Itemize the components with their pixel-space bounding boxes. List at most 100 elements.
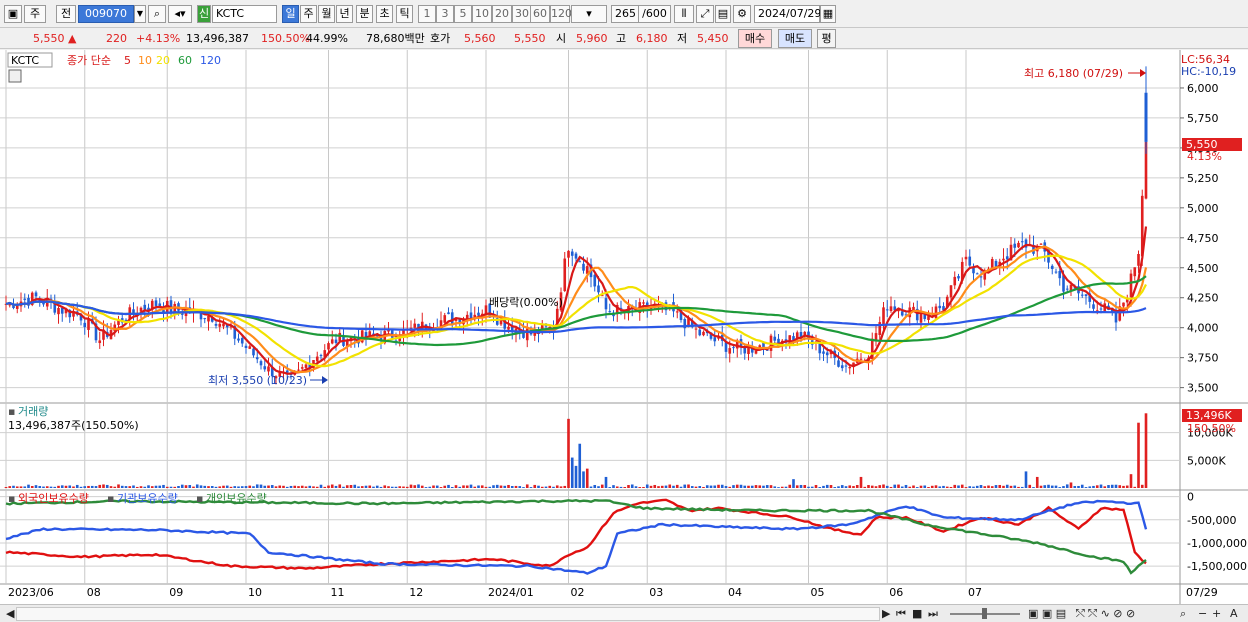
save-icon[interactable]: ▤ [715, 5, 731, 23]
candle-body [450, 312, 454, 324]
stock-name-field[interactable]: KCTC [212, 5, 277, 23]
volume-bar [480, 485, 484, 488]
volume-bar [983, 486, 987, 488]
minus-icon[interactable]: − [1198, 607, 1207, 620]
volume-bar [424, 487, 428, 488]
tab-interval-3[interactable]: 3 [436, 5, 454, 23]
tab-period-2[interactable]: 월 [318, 5, 335, 23]
volume-bar [987, 485, 990, 488]
candle-body [604, 298, 608, 310]
volume-bar [353, 484, 357, 488]
price-tick-label: 4,250 [1187, 292, 1219, 305]
count-input[interactable]: 265 [611, 5, 639, 23]
tab-interval-10[interactable]: 10 [472, 5, 492, 23]
candle-body [447, 312, 450, 315]
chart-area[interactable]: 2023/06 08 09 10 11 12 2024/01 02 03 04 05 06 07 07/2… [0, 50, 1248, 606]
scroll-right-icon[interactable]: ▶ [882, 607, 890, 620]
prev-button[interactable]: 전 [56, 5, 76, 23]
ma-legend-20: 20 [156, 54, 170, 67]
tab-period-0[interactable]: 일 [282, 5, 299, 23]
holding-legend-marker: ▪ [107, 492, 114, 505]
eval-button[interactable]: 평 [817, 29, 836, 48]
speaker-icon[interactable]: ◂▾ [168, 5, 192, 23]
candle-body [1137, 253, 1140, 266]
scroll-left-icon[interactable]: ◀ [6, 607, 14, 620]
tab-interval-120[interactable]: 120 [550, 5, 572, 23]
volume-bar [12, 485, 15, 488]
tab-interval-1[interactable]: 1 [418, 5, 436, 23]
interval-custom-select[interactable]: ▾ [571, 5, 607, 23]
tab-interval-5[interactable]: 5 [454, 5, 472, 23]
volume-bar [94, 486, 98, 488]
code-dropdown-icon[interactable]: ▼ [134, 5, 146, 23]
forward-icon[interactable]: ⏭ [928, 607, 938, 620]
volume-bar [945, 486, 949, 488]
chart-tools-icon[interactable]: ▣ ▣ ▤ [1028, 607, 1066, 620]
volume-bar [585, 468, 589, 488]
plus-icon[interactable]: + [1212, 607, 1221, 620]
volume-bar [1032, 487, 1035, 488]
volume-bar [814, 484, 818, 488]
last-pct-text: 4.13% [1187, 150, 1222, 163]
candle-body [154, 300, 158, 306]
sell-button[interactable]: 매도 [778, 29, 812, 48]
volume-bar [19, 486, 23, 488]
tab-period-3[interactable]: 년 [336, 5, 353, 23]
candle-body [60, 307, 64, 314]
tab-period-5[interactable]: 초 [376, 5, 393, 23]
code-input[interactable]: 009070 [78, 5, 134, 23]
candle-body [919, 313, 923, 323]
volume-bar [897, 484, 900, 488]
stop-icon[interactable]: ■ [912, 607, 922, 620]
volume-bar [717, 484, 720, 488]
rewind-icon[interactable]: ⏮ [896, 607, 906, 620]
tab-period-4[interactable]: 분 [356, 5, 373, 23]
volume-bar [1122, 485, 1125, 488]
volume-bar [259, 484, 263, 488]
draw-tool-icon[interactable]: ⤢ [696, 5, 714, 23]
volume-bar [154, 485, 158, 488]
volume-bar [709, 485, 713, 488]
scroll-track[interactable] [16, 607, 880, 621]
volume-bar [147, 485, 150, 488]
calendar-icon[interactable]: ▦ [820, 5, 836, 23]
hc-label: HC:-10,19 [1181, 65, 1236, 78]
volume-bar [1137, 422, 1140, 488]
drawing-tools-icon[interactable]: ⤲ ⤲ ∿ ⊘ ⊘ [1076, 607, 1135, 620]
candle-body [885, 309, 889, 311]
zoom-out-icon[interactable]: ⌕ [1180, 607, 1186, 620]
volume-bar [923, 485, 927, 488]
candle-body [840, 365, 844, 369]
window-menu-icon[interactable]: ▣ [4, 5, 22, 23]
volume-bar [694, 486, 698, 488]
volume-bar [882, 484, 885, 488]
x-tick-label: 07/29 [1186, 586, 1218, 599]
tab-interval-20[interactable]: 20 [492, 5, 512, 23]
zoom-slider-handle[interactable] [982, 608, 987, 619]
period-select[interactable]: 주 [24, 5, 46, 23]
volume-bar [979, 485, 983, 488]
tab-period-6[interactable]: 틱 [396, 5, 413, 23]
search-icon[interactable]: ⌕ [148, 5, 166, 23]
volume-bar [315, 486, 319, 488]
volume-bar [799, 484, 803, 488]
x-tick-label: 08 [87, 586, 101, 599]
tab-interval-30[interactable]: 30 [512, 5, 532, 23]
tab-interval-60[interactable]: 60 [530, 5, 550, 23]
ma-legend-60: 60 [178, 54, 192, 67]
volume-bar [357, 486, 360, 488]
gear-icon[interactable]: ⚙ [733, 5, 751, 23]
buy-button[interactable]: 매수 [738, 29, 772, 48]
candle-type-icon[interactable]: ⫴ [674, 5, 694, 23]
tab-period-1[interactable]: 주 [300, 5, 317, 23]
font-size-icon[interactable]: A [1230, 607, 1238, 620]
x-tick-label: 11 [331, 586, 345, 599]
volume-bar [274, 486, 278, 488]
chart-scrollbar[interactable]: ◀ ▶ ⏮ ■ ⏭ ▣ ▣ ▤ ⤲ ⤲ ∿ ⊘ ⊘ ⌕ − + A [0, 604, 1248, 622]
candle-body [57, 308, 60, 315]
volume-bar [173, 486, 177, 488]
candle-body [773, 336, 777, 341]
volume-bar [758, 485, 762, 488]
quote-label: 호가 [430, 32, 451, 45]
date-field[interactable]: 2024/07/29 [754, 5, 821, 23]
